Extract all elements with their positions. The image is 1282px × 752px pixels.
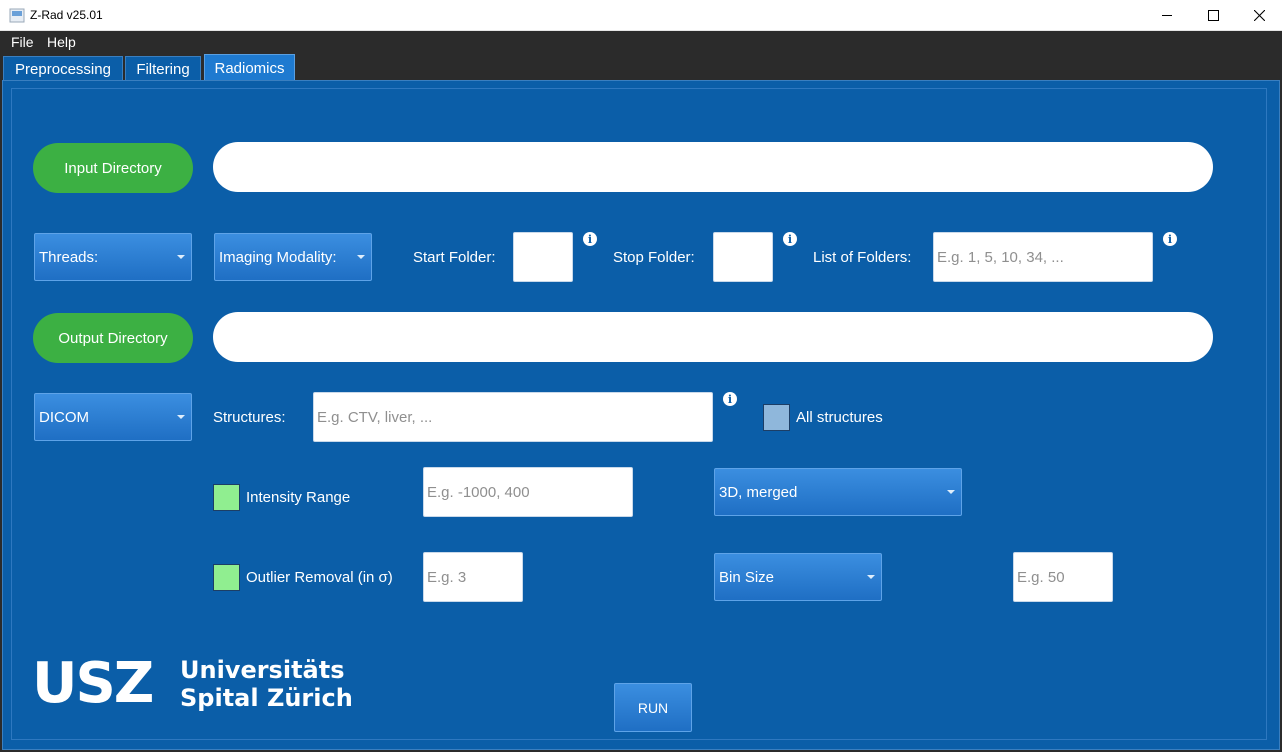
threads-label: Threads: <box>39 248 99 266</box>
imaging-modality-label: Imaging Modality: <box>219 248 337 266</box>
aggregation-dropdown[interactable]: 3D, merged <box>714 468 962 516</box>
stop-folder-label: Stop Folder: <box>613 249 695 266</box>
dropdown-arrow-icon <box>177 255 185 259</box>
input-directory-field[interactable] <box>213 142 1213 192</box>
list-of-folders-input[interactable]: E.g. 1, 5, 10, 34, ... <box>933 232 1153 282</box>
tab-filtering[interactable]: Filtering <box>125 56 201 82</box>
menu-bar: File Help <box>0 31 1282 52</box>
bin-mode-label: Bin Size <box>719 568 775 586</box>
dropdown-arrow-icon <box>947 490 955 494</box>
start-folder-label: Start Folder: <box>413 249 496 266</box>
threads-dropdown[interactable]: Threads: <box>34 233 192 281</box>
logo-line-2: Spital Zürich <box>180 684 353 712</box>
usz-logo-mark: USZ <box>32 651 154 716</box>
minimize-button[interactable] <box>1144 0 1190 31</box>
format-label: DICOM <box>39 408 89 426</box>
close-icon <box>1253 10 1265 21</box>
app-icon <box>9 8 25 23</box>
menu-file[interactable]: File <box>11 34 34 50</box>
output-directory-button[interactable]: Output Directory <box>33 313 193 363</box>
info-icon[interactable]: i <box>583 232 597 246</box>
aggregation-label: 3D, merged <box>719 483 798 501</box>
menu-help[interactable]: Help <box>47 34 76 50</box>
structures-input[interactable]: E.g. CTV, liver, ... <box>313 392 713 442</box>
dropdown-arrow-icon <box>357 255 365 259</box>
structures-label: Structures: <box>213 409 286 426</box>
start-folder-input[interactable] <box>513 232 573 282</box>
output-directory-field[interactable] <box>213 312 1213 362</box>
minimize-icon <box>1161 15 1172 16</box>
tab-strip: Preprocessing Filtering Radiomics <box>0 52 1282 82</box>
info-icon[interactable]: i <box>1163 232 1177 246</box>
input-directory-button[interactable]: Input Directory <box>33 143 193 193</box>
close-button[interactable] <box>1236 0 1282 31</box>
logo-line-1: Universitäts <box>180 656 345 684</box>
list-of-folders-label: List of Folders: <box>813 249 912 266</box>
bin-mode-dropdown[interactable]: Bin Size <box>714 553 882 601</box>
dropdown-arrow-icon <box>867 575 875 579</box>
title-bar: Z-Rad v25.01 <box>0 0 1282 31</box>
info-icon[interactable]: i <box>723 392 737 406</box>
maximize-button[interactable] <box>1190 0 1236 31</box>
run-button[interactable]: RUN <box>614 683 692 732</box>
intensity-range-input[interactable]: E.g. -1000, 400 <box>423 467 633 517</box>
maximize-icon <box>1207 10 1219 21</box>
outlier-removal-input[interactable]: E.g. 3 <box>423 552 523 602</box>
dropdown-arrow-icon <box>177 415 185 419</box>
outlier-removal-checkbox[interactable] <box>213 564 240 591</box>
tab-preprocessing[interactable]: Preprocessing <box>3 56 123 82</box>
info-icon[interactable]: i <box>783 232 797 246</box>
intensity-range-label: Intensity Range <box>246 489 351 506</box>
imaging-modality-dropdown[interactable]: Imaging Modality: <box>214 233 372 281</box>
stop-folder-input[interactable] <box>713 232 773 282</box>
intensity-range-checkbox[interactable] <box>213 484 240 511</box>
outlier-removal-label: Outlier Removal (in σ) <box>246 569 393 586</box>
usz-logo-name: Universitäts Spital Zürich <box>180 656 353 712</box>
all-structures-checkbox[interactable] <box>763 404 790 431</box>
all-structures-label: All structures <box>796 409 883 426</box>
tab-radiomics[interactable]: Radiomics <box>204 54 295 82</box>
bin-size-input[interactable]: E.g. 50 <box>1013 552 1113 602</box>
window-title: Z-Rad v25.01 <box>30 8 103 22</box>
format-dropdown[interactable]: DICOM <box>34 393 192 441</box>
